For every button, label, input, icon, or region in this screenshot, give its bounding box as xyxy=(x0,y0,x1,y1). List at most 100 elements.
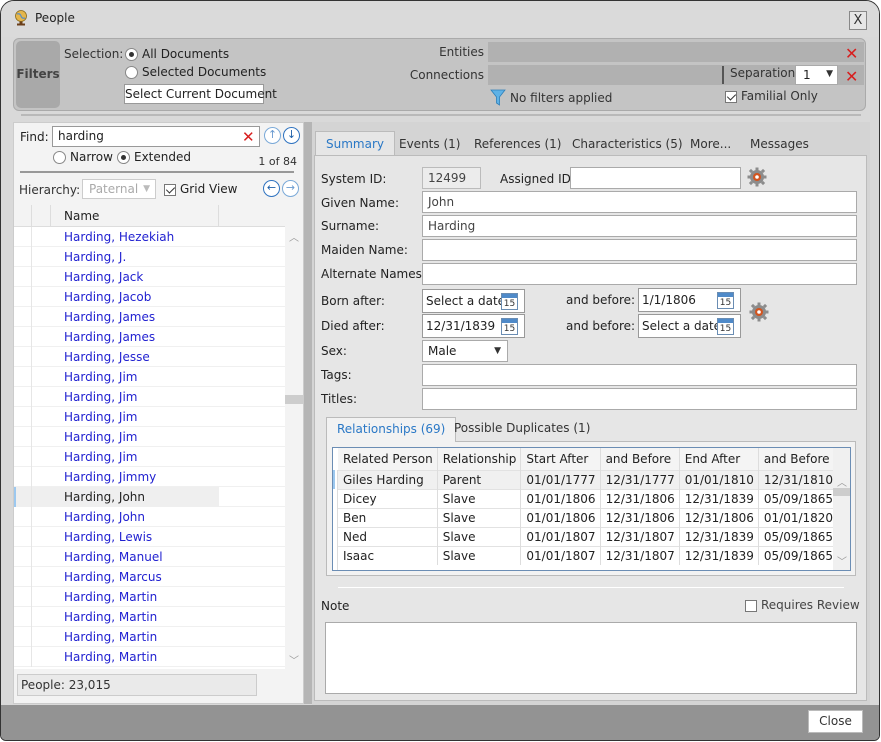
column-header[interactable]: End After xyxy=(679,448,759,470)
row-header[interactable] xyxy=(14,587,32,607)
row-header[interactable] xyxy=(14,447,32,467)
table-cell[interactable]: Slave xyxy=(437,488,522,508)
column-header[interactable]: and Before xyxy=(758,448,839,470)
person-name[interactable]: Harding, Martin xyxy=(64,630,157,644)
grid-view-checkbox[interactable]: Grid View xyxy=(164,182,237,196)
column-header[interactable]: and Before xyxy=(600,448,680,470)
tab-references[interactable]: References (1) xyxy=(474,137,562,151)
list-item[interactable]: Harding, Jesse xyxy=(14,347,287,367)
row-header[interactable] xyxy=(14,387,32,407)
list-item[interactable]: Harding, J. xyxy=(14,247,287,267)
list-item[interactable]: Harding, Jim xyxy=(14,427,287,447)
person-name[interactable]: Harding, John xyxy=(64,510,145,524)
table-cell[interactable]: 12/31/1839 xyxy=(679,545,759,565)
row-header[interactable] xyxy=(14,347,32,367)
list-item[interactable]: Harding, Martin xyxy=(14,587,287,607)
table-cell[interactable]: 01/01/1777 xyxy=(520,469,601,489)
tab-summary[interactable]: Summary xyxy=(315,131,395,157)
person-name[interactable]: Harding, Martin xyxy=(64,610,157,624)
table-cell[interactable]: 12/31/1810 xyxy=(758,469,839,489)
column-header[interactable]: Related Person xyxy=(338,448,438,470)
table-cell[interactable]: 05/09/1865 xyxy=(758,526,839,546)
titles-input[interactable] xyxy=(422,388,857,410)
list-item[interactable]: Harding, Jacob xyxy=(14,287,287,307)
panel-splitter[interactable] xyxy=(304,122,312,704)
scroll-down-icon[interactable]: ﹀ xyxy=(289,652,299,667)
gear-icon[interactable] xyxy=(747,167,767,187)
calendar-icon[interactable]: 15 xyxy=(501,318,518,335)
hierarchy-select[interactable]: Paternal ▼ xyxy=(82,179,156,199)
died-before-datepicker[interactable]: Select a date 15 xyxy=(638,314,741,338)
list-item[interactable]: Harding, John xyxy=(14,487,287,507)
subtab-possible-duplicates[interactable]: Possible Duplicates (1) xyxy=(454,421,590,435)
person-name[interactable]: Harding, Jim xyxy=(64,370,137,384)
person-name[interactable]: Harding, Jim xyxy=(64,390,137,404)
table-cell[interactable]: 12/31/1806 xyxy=(600,507,680,527)
table-cell[interactable]: 12/31/1807 xyxy=(600,545,680,565)
table-cell[interactable]: Ned xyxy=(338,526,438,546)
person-name[interactable]: Harding, Jimmy xyxy=(64,470,156,484)
row-header[interactable] xyxy=(14,327,32,347)
row-header[interactable] xyxy=(14,267,32,287)
close-button[interactable]: Close xyxy=(808,710,863,733)
person-name[interactable]: Harding, Martin xyxy=(64,590,157,604)
table-cell[interactable]: 12/31/1806 xyxy=(679,507,759,527)
table-cell[interactable]: Slave xyxy=(437,507,522,527)
died-after-datepicker[interactable]: 12/31/1839 15 xyxy=(422,314,525,338)
table-cell[interactable]: 12/31/1807 xyxy=(600,526,680,546)
given-name-input[interactable]: John xyxy=(422,191,857,213)
alternate-names-input[interactable] xyxy=(422,263,857,285)
person-name[interactable]: Harding, James xyxy=(64,330,155,344)
maiden-name-input[interactable] xyxy=(422,239,857,261)
filters-toggle[interactable]: Filters xyxy=(16,41,60,108)
clear-entities-icon[interactable]: ✕ xyxy=(845,46,858,62)
tags-input[interactable] xyxy=(422,364,857,386)
calendar-icon[interactable]: 15 xyxy=(717,292,734,309)
list-item[interactable]: Harding, Jim xyxy=(14,367,287,387)
note-textarea[interactable] xyxy=(325,622,857,694)
scroll-thumb[interactable] xyxy=(285,395,303,404)
column-header[interactable]: Relationship xyxy=(437,448,522,470)
narrow-radio[interactable]: Narrow xyxy=(53,150,113,164)
table-cell[interactable]: Ben xyxy=(338,507,438,527)
row-header[interactable] xyxy=(14,227,32,247)
list-item[interactable]: Harding, James xyxy=(14,307,287,327)
person-name[interactable]: Harding, Jesse xyxy=(64,350,150,364)
row-header[interactable] xyxy=(14,527,32,547)
tab-messages[interactable]: Messages xyxy=(750,137,809,151)
table-cell[interactable]: Slave xyxy=(437,526,522,546)
all-documents-radio[interactable]: All Documents xyxy=(125,47,229,61)
list-item[interactable]: Harding, Jack xyxy=(14,267,287,287)
list-item[interactable]: Harding, James xyxy=(14,327,287,347)
forward-arrow-icon[interactable]: → xyxy=(282,180,299,197)
sex-select[interactable]: Male ▼ xyxy=(422,340,508,362)
table-cell[interactable]: 05/09/1865 xyxy=(758,545,839,565)
person-name[interactable]: Harding, Jack xyxy=(64,270,143,284)
row-header[interactable] xyxy=(14,547,32,567)
calendar-icon[interactable]: 15 xyxy=(717,318,734,335)
person-name[interactable]: Harding, Lewis xyxy=(64,530,152,544)
table-cell[interactable]: Isaac xyxy=(338,545,438,565)
row-header[interactable] xyxy=(14,427,32,447)
requires-review-checkbox[interactable]: Requires Review xyxy=(745,598,860,612)
person-name[interactable]: Harding, Jim xyxy=(64,430,137,444)
select-current-document-button[interactable]: Select Current Document xyxy=(124,84,277,104)
table-row[interactable]: Ben Slave 01/01/1806 12/31/1806 12/31/1806 01… xyxy=(338,507,839,527)
table-cell[interactable]: 05/09/1865 xyxy=(758,488,839,508)
clear-connections-icon[interactable]: ✕ xyxy=(845,69,858,85)
list-item[interactable]: Harding, Lewis xyxy=(14,527,287,547)
scroll-thumb[interactable] xyxy=(833,488,850,496)
subtab-relationships[interactable]: Relationships (69) xyxy=(326,417,457,442)
table-cell[interactable]: 01/01/1820 xyxy=(758,507,839,527)
row-header[interactable] xyxy=(14,367,32,387)
row-header[interactable] xyxy=(14,307,32,327)
table-row[interactable]: Giles Harding Parent 01/01/1777 12/31/1777 0… xyxy=(338,469,839,489)
table-cell[interactable]: 12/31/1839 xyxy=(679,526,759,546)
selected-documents-radio[interactable]: Selected Documents xyxy=(125,65,266,79)
tab-more[interactable]: More... xyxy=(690,137,731,151)
list-item[interactable]: Harding, Jimmy xyxy=(14,467,287,487)
list-item[interactable]: Harding, Hezekiah xyxy=(14,227,287,247)
table-cell[interactable]: Dicey xyxy=(338,488,438,508)
row-header[interactable] xyxy=(14,647,32,667)
list-item[interactable]: Harding, Martin xyxy=(14,647,287,667)
